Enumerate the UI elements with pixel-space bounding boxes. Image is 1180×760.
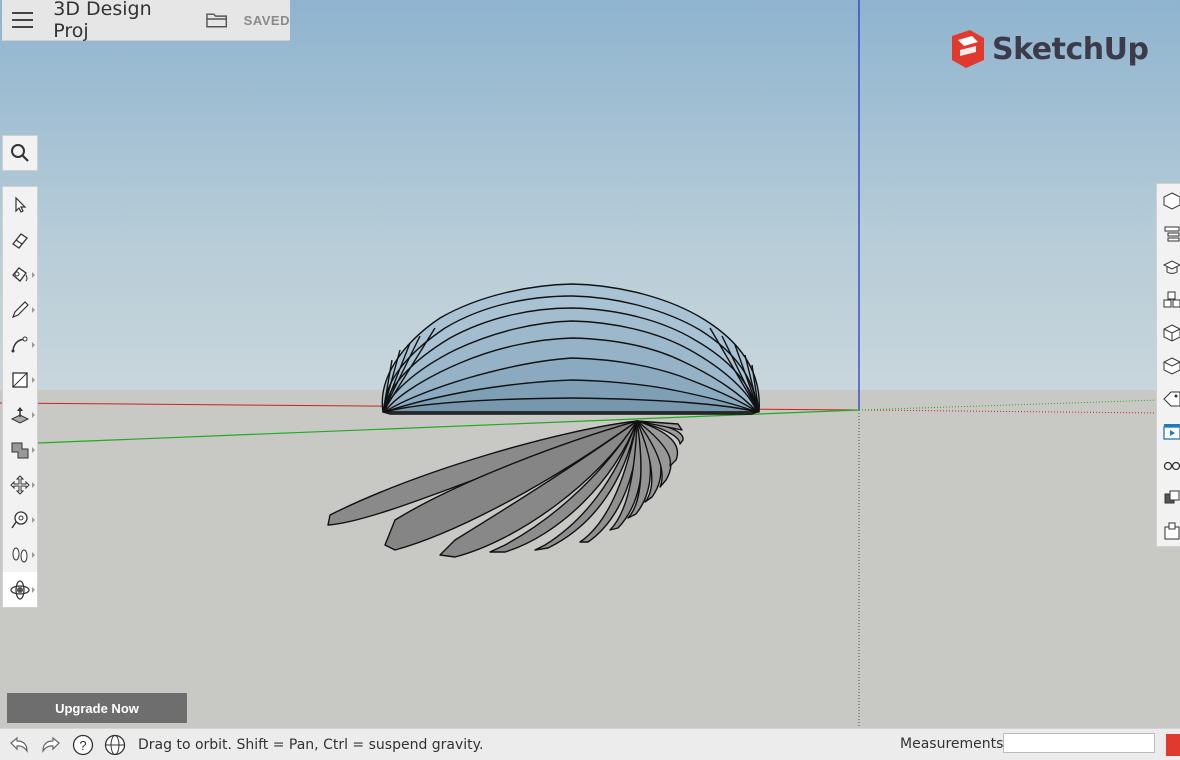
offset-icon <box>11 442 29 458</box>
display-icon <box>1163 461 1180 470</box>
solid-tools-icon <box>1164 490 1180 503</box>
line-tool[interactable] <box>3 292 37 327</box>
globe-icon <box>104 734 126 755</box>
project-title[interactable]: 3D Design Proj <box>53 0 188 42</box>
status-hint: Drag to orbit. Shift = Pan, Ctrl = suspe… <box>138 736 484 753</box>
dome-model[interactable] <box>381 283 760 415</box>
3d-warehouse-icon <box>1164 522 1180 539</box>
move-tool[interactable] <box>3 467 37 502</box>
select-tool[interactable] <box>3 187 37 222</box>
instructor-button[interactable] <box>1157 250 1180 283</box>
styles-icon <box>1163 356 1180 375</box>
rectangle-tool[interactable] <box>3 362 37 397</box>
3d-warehouse-button[interactable] <box>1157 514 1180 547</box>
components-icon <box>1163 291 1180 307</box>
sketchup-logo-icon <box>952 30 984 68</box>
title-bar: 3D Design Proj SAVED <box>2 0 290 42</box>
search-icon <box>11 144 29 162</box>
display-button[interactable] <box>1157 448 1180 481</box>
push-pull-icon <box>10 406 30 424</box>
entity-info-button[interactable] <box>1157 184 1180 217</box>
components-button[interactable] <box>1157 283 1180 316</box>
tags-button[interactable] <box>1157 382 1180 415</box>
green-axis-hidden <box>858 399 1161 411</box>
move-icon <box>10 474 30 495</box>
arc-icon <box>11 336 28 352</box>
outliner-button[interactable] <box>1157 217 1180 250</box>
styles-button[interactable] <box>1157 349 1180 382</box>
search-button[interactable] <box>2 135 38 171</box>
outliner-icon <box>1164 226 1180 241</box>
eraser-icon <box>12 232 28 249</box>
right-panel-tray <box>1156 183 1180 547</box>
solid-tools-button[interactable] <box>1157 481 1180 514</box>
paint-bucket-icon <box>12 266 28 282</box>
folder-icon[interactable] <box>206 12 228 28</box>
redo-icon <box>42 736 60 753</box>
geo-location-button[interactable] <box>102 732 128 758</box>
undo-button[interactable] <box>6 732 32 758</box>
tape-measure-tool[interactable] <box>3 502 37 537</box>
modeling-viewport[interactable] <box>0 0 1180 728</box>
push-pull-tool[interactable] <box>3 397 37 432</box>
svg-text:?: ? <box>79 738 86 753</box>
orbit-icon <box>10 579 30 600</box>
measurements-input[interactable] <box>1003 733 1155 753</box>
offset-tool[interactable] <box>3 432 37 467</box>
redo-button[interactable] <box>38 732 64 758</box>
sketchup-logo: SketchUp <box>948 28 1149 70</box>
tags-icon <box>1163 391 1180 406</box>
instructor-icon <box>1163 259 1180 274</box>
menu-icon[interactable] <box>12 12 34 28</box>
materials-button[interactable] <box>1157 316 1180 349</box>
arrow-select-icon <box>15 196 27 213</box>
status-bar: ? Drag to orbit. Shift = Pan, Ctrl = sus… <box>0 728 1180 760</box>
orbit-tool[interactable] <box>3 572 37 607</box>
upgrade-now-button[interactable]: Upgrade Now <box>7 693 187 723</box>
tape-measure-icon <box>11 510 28 528</box>
scenes-icon <box>1163 423 1180 440</box>
pencil-icon <box>11 300 29 318</box>
scenes-button[interactable] <box>1157 415 1180 448</box>
left-toolbar <box>2 186 38 608</box>
help-button[interactable]: ? <box>70 732 96 758</box>
arc-tool[interactable] <box>3 327 37 362</box>
rectangle-icon <box>12 371 28 388</box>
red-axis-hidden <box>858 409 1161 414</box>
undo-icon <box>10 736 28 753</box>
materials-icon <box>1163 323 1180 342</box>
green-axis <box>37 409 860 444</box>
fan-blades[interactable] <box>327 420 684 558</box>
sketchup-mini-logo[interactable] <box>1166 734 1180 756</box>
measurements-label: Measurements <box>900 736 1004 752</box>
paint-tool[interactable] <box>3 257 37 292</box>
footsteps-icon <box>12 547 28 562</box>
scene-canvas[interactable] <box>0 0 1180 728</box>
help-icon: ? <box>72 734 94 755</box>
walk-tool[interactable] <box>3 537 37 572</box>
entity-info-icon <box>1163 191 1180 210</box>
eraser-tool[interactable] <box>3 222 37 257</box>
brand-name: SketchUp <box>992 31 1149 67</box>
save-status: SAVED <box>243 12 290 28</box>
